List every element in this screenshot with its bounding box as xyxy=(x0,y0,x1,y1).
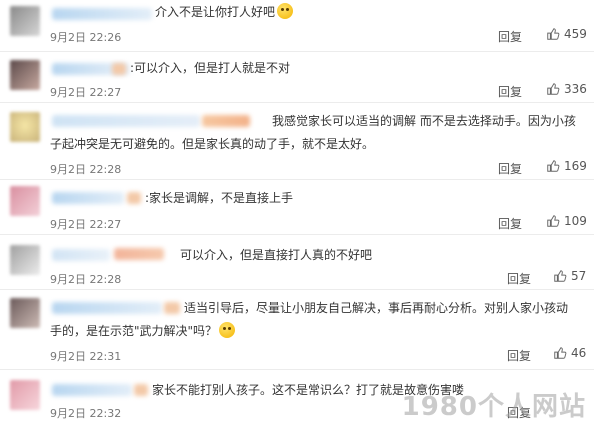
reply-button[interactable]: 回复 xyxy=(507,270,531,287)
user-badge xyxy=(127,192,141,204)
user-badge xyxy=(202,115,250,127)
reply-button[interactable]: 回复 xyxy=(498,215,522,232)
like-button[interactable]: 46 xyxy=(553,346,586,360)
user-badge xyxy=(112,63,126,75)
comment-text: :家长是调解，不是直接上手 xyxy=(145,191,294,205)
comment-item: 适当引导后，尽量让小朋友自己解决，事后再耐心分析。对别人家小孩动 手的，是在示范… xyxy=(0,290,594,370)
comment-item: 介入不是让你打人好吧 9月2日 22:26 回复 459 xyxy=(0,0,594,52)
thumbs-up-icon xyxy=(554,347,567,359)
timestamp: 9月2日 22:28 xyxy=(50,273,122,286)
like-button[interactable]: 109 xyxy=(546,214,587,228)
comment-item: 可以介入，但是直接打人真的不好吧 9月2日 22:28 回复 57 xyxy=(0,235,594,290)
reply-button[interactable]: 回复 xyxy=(507,347,531,364)
like-count: 46 xyxy=(571,346,587,360)
avatar[interactable] xyxy=(10,112,40,142)
username[interactable] xyxy=(52,192,124,204)
reply-button[interactable]: 回复 xyxy=(498,83,522,100)
timestamp: 9月2日 22:27 xyxy=(50,86,122,99)
like-button[interactable]: 169 xyxy=(546,159,587,173)
username[interactable] xyxy=(52,115,200,127)
comment-item: :可以介入，但是打人就是不对 9月2日 22:27 回复 336 xyxy=(0,52,594,103)
like-count: 109 xyxy=(564,214,587,228)
username[interactable] xyxy=(52,8,152,20)
user-badge xyxy=(134,384,148,396)
like-count: 336 xyxy=(564,82,587,96)
comment-text-line-1: 适当引导后，尽量让小朋友自己解决，事后再耐心分析。对别人家小孩动 xyxy=(184,301,569,315)
comment-text: 介入不是让你打人好吧 xyxy=(155,2,294,22)
timestamp: 9月2日 22:31 xyxy=(50,350,122,363)
like-button[interactable]: 459 xyxy=(546,27,587,41)
reply-button[interactable]: 回复 xyxy=(498,28,522,45)
like-count: 169 xyxy=(564,159,587,173)
avatar[interactable] xyxy=(10,380,40,410)
avatar[interactable] xyxy=(10,245,40,275)
reply-button[interactable]: 回复 xyxy=(498,160,522,177)
like-count: 459 xyxy=(564,27,587,41)
username[interactable] xyxy=(52,384,132,396)
like-count: 57 xyxy=(571,269,587,283)
timestamp: 9月2日 22:28 xyxy=(50,163,122,176)
comment-text: :可以介入，但是打人就是不对 xyxy=(130,61,291,75)
user-badge xyxy=(164,302,180,314)
comment-item: 我感觉家长可以适当的调解 而不是去选择动手。因为小孩 子起冲突是无可避免的。但是… xyxy=(0,103,594,180)
thumbs-up-icon xyxy=(547,160,560,172)
thinking-emoji-icon xyxy=(219,322,236,338)
thumbs-up-icon xyxy=(547,28,560,40)
like-button[interactable]: 336 xyxy=(546,82,587,96)
comment-text-line-2: 子起冲突是无可避免的。但是家长真的动了手，就不是太好。 xyxy=(50,137,375,151)
thumbs-up-icon xyxy=(547,83,560,95)
grin-emoji-icon xyxy=(277,3,294,19)
comment-text: 可以介入，但是直接打人真的不好吧 xyxy=(180,248,373,262)
like-button[interactable]: 57 xyxy=(553,269,586,283)
username[interactable] xyxy=(52,302,162,314)
avatar[interactable] xyxy=(10,298,40,328)
comment-item: :家长是调解，不是直接上手 9月2日 22:27 回复 109 xyxy=(0,180,594,235)
user-badge xyxy=(114,248,164,260)
avatar[interactable] xyxy=(10,186,40,216)
timestamp: 9月2日 22:32 xyxy=(50,407,122,420)
timestamp: 9月2日 22:27 xyxy=(50,218,122,231)
avatar[interactable] xyxy=(10,6,40,36)
watermark: 1980个人网站 xyxy=(401,392,586,422)
username[interactable] xyxy=(52,249,110,261)
avatar[interactable] xyxy=(10,60,40,90)
thumbs-up-icon xyxy=(547,215,560,227)
timestamp: 9月2日 22:26 xyxy=(50,31,122,44)
comment-text-line-1: 我感觉家长可以适当的调解 而不是去选择动手。因为小孩 xyxy=(272,114,576,128)
comment-text-line-2: 手的，是在示范"武力解决"吗？ xyxy=(50,321,236,341)
thumbs-up-icon xyxy=(554,270,567,282)
